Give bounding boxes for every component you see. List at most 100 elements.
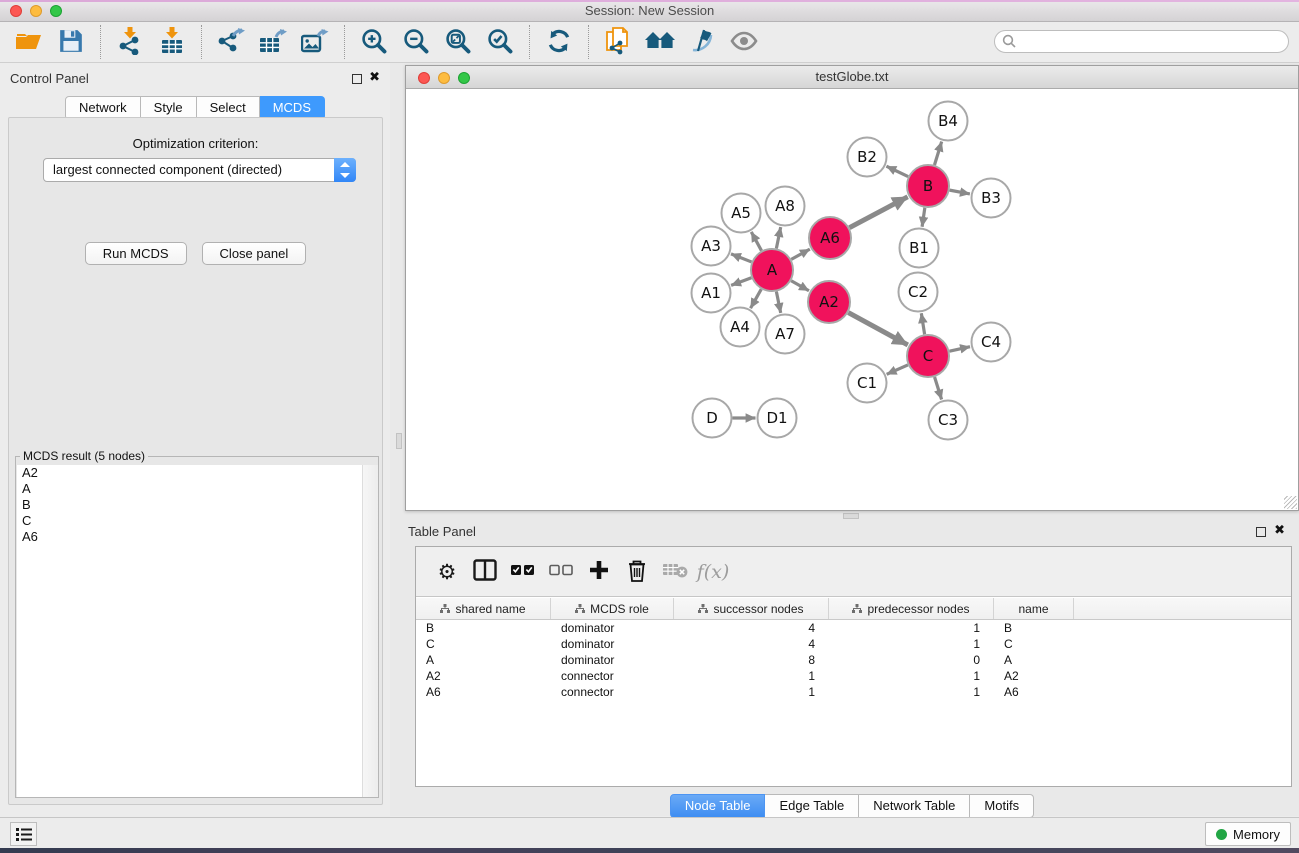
add-column-button[interactable] (584, 556, 614, 588)
mcds-result-item[interactable]: A (17, 481, 362, 497)
edge-B-B1[interactable] (922, 208, 925, 227)
table-cell[interactable]: 8 (674, 652, 829, 668)
network-graph[interactable]: B4B2BB3A8A5A6A3B1AA1C2A2A4A7C4CC1C3DD1 (406, 89, 1298, 510)
delete-table-button[interactable] (660, 556, 690, 588)
table-row[interactable]: Cdominator41C (416, 636, 1291, 652)
edge-C-C4[interactable] (949, 347, 970, 352)
edge-C-C1[interactable] (887, 365, 908, 374)
horizontal-split-grip[interactable] (843, 513, 859, 519)
save-session-button[interactable] (53, 25, 89, 59)
column-header-predecessor-nodes[interactable]: predecessor nodes (829, 598, 994, 619)
table-cell[interactable]: B (994, 620, 1074, 636)
frame-resize-grip[interactable] (1284, 496, 1297, 509)
split-panel-button[interactable] (470, 556, 500, 588)
table-cell[interactable]: 1 (829, 636, 994, 652)
table-cell[interactable]: dominator (551, 620, 674, 636)
memory-button[interactable]: Memory (1205, 822, 1291, 846)
edge-A-A3[interactable] (731, 254, 752, 262)
network-canvas[interactable]: B4B2BB3A8A5A6A3B1AA1C2A2A4A7C4CC1C3DD1 (406, 89, 1298, 510)
task-history-button[interactable] (10, 822, 37, 846)
edge-B-B3[interactable] (950, 190, 970, 194)
tab-node-table[interactable]: Node Table (670, 794, 766, 818)
table-row[interactable]: A2connector11A2 (416, 668, 1291, 684)
column-header-successor-nodes[interactable]: successor nodes (674, 598, 829, 619)
table-cell[interactable]: 1 (674, 684, 829, 700)
table-cell[interactable]: 4 (674, 620, 829, 636)
edge-A-A4[interactable] (751, 289, 762, 308)
table-cell[interactable]: 4 (674, 636, 829, 652)
window-minimize-icon[interactable] (30, 5, 42, 17)
tab-network-table[interactable]: Network Table (859, 794, 970, 818)
close-panel-icon[interactable]: ✖ (369, 69, 380, 85)
mcds-result-item[interactable]: C (17, 513, 362, 529)
table-cell[interactable]: A (994, 652, 1074, 668)
edge-A-A7[interactable] (776, 292, 780, 313)
table-cell[interactable]: A6 (416, 684, 551, 700)
edge-A2-C[interactable] (848, 313, 907, 345)
table-cell[interactable]: A (416, 652, 551, 668)
edge-B-B2[interactable] (886, 166, 908, 176)
vertical-split-grip[interactable] (396, 433, 402, 449)
zoom-in-button[interactable] (356, 25, 392, 59)
edge-A-A1[interactable] (731, 278, 751, 286)
select-all-columns-button[interactable] (508, 556, 538, 588)
table-cell[interactable]: A2 (416, 668, 551, 684)
table-cell[interactable]: 1 (829, 684, 994, 700)
float-panel-icon[interactable] (352, 74, 362, 84)
table-row[interactable]: Bdominator41B (416, 620, 1291, 636)
table-cell[interactable]: 1 (829, 668, 994, 684)
edge-C-C2[interactable] (921, 313, 924, 334)
window-close-icon[interactable] (10, 5, 22, 17)
export-network-button[interactable] (213, 25, 249, 59)
frame-close-icon[interactable] (418, 72, 430, 84)
zoom-fit-button[interactable] (440, 25, 476, 59)
refresh-button[interactable] (541, 25, 577, 59)
column-header-name[interactable]: name (994, 598, 1074, 619)
delete-column-button[interactable] (622, 556, 652, 588)
edge-C-C3[interactable] (935, 377, 942, 399)
edge-A6-B[interactable] (849, 197, 907, 228)
frame-zoom-icon[interactable] (458, 72, 470, 84)
table-cell[interactable]: A6 (994, 684, 1074, 700)
export-image-button[interactable] (297, 25, 333, 59)
mcds-result-item[interactable]: B (17, 497, 362, 513)
import-table-button[interactable] (154, 25, 190, 59)
edge-A-A2[interactable] (791, 281, 809, 291)
table-cell[interactable]: A2 (994, 668, 1074, 684)
table-cell[interactable]: connector (551, 684, 674, 700)
column-header-MCDS-role[interactable]: MCDS role (551, 598, 674, 619)
search-input[interactable] (994, 30, 1289, 53)
table-float-icon[interactable] (1256, 527, 1266, 537)
close-panel-button[interactable]: Close panel (202, 242, 307, 265)
criterion-select[interactable]: largest connected component (directed) (43, 158, 356, 182)
table-row[interactable]: A6connector11A6 (416, 684, 1291, 700)
table-cell[interactable]: 1 (829, 620, 994, 636)
mcds-result-item[interactable]: A6 (17, 529, 362, 545)
column-header-shared-name[interactable]: shared name (416, 598, 551, 619)
export-table-button[interactable] (255, 25, 291, 59)
edge-B-B4[interactable] (934, 142, 941, 165)
table-cell[interactable]: C (416, 636, 551, 652)
table-cell[interactable]: 1 (674, 668, 829, 684)
open-session-button[interactable] (11, 25, 47, 59)
frame-minimize-icon[interactable] (438, 72, 450, 84)
table-cell[interactable]: 0 (829, 652, 994, 668)
tab-edge-table[interactable]: Edge Table (765, 794, 859, 818)
mcds-result-list[interactable]: A2ABCA6 (17, 465, 363, 797)
import-network-button[interactable] (112, 25, 148, 59)
network-window-titlebar[interactable]: testGlobe.txt (406, 66, 1298, 89)
home-button[interactable] (642, 25, 678, 59)
show-graphics-details-button[interactable] (726, 25, 762, 59)
table-cell[interactable]: C (994, 636, 1074, 652)
table-cell[interactable]: dominator (551, 636, 674, 652)
table-cell[interactable]: B (416, 620, 551, 636)
edge-A-A5[interactable] (751, 232, 761, 251)
mcds-result-scrollbar[interactable] (362, 465, 378, 797)
tab-motifs[interactable]: Motifs (970, 794, 1034, 818)
run-mcds-button[interactable]: Run MCDS (85, 242, 187, 265)
table-close-icon[interactable]: ✖ (1274, 522, 1285, 538)
unselect-all-columns-button[interactable] (546, 556, 576, 588)
table-cell[interactable]: dominator (551, 652, 674, 668)
table-cell[interactable]: connector (551, 668, 674, 684)
edge-A-A8[interactable] (776, 227, 780, 248)
